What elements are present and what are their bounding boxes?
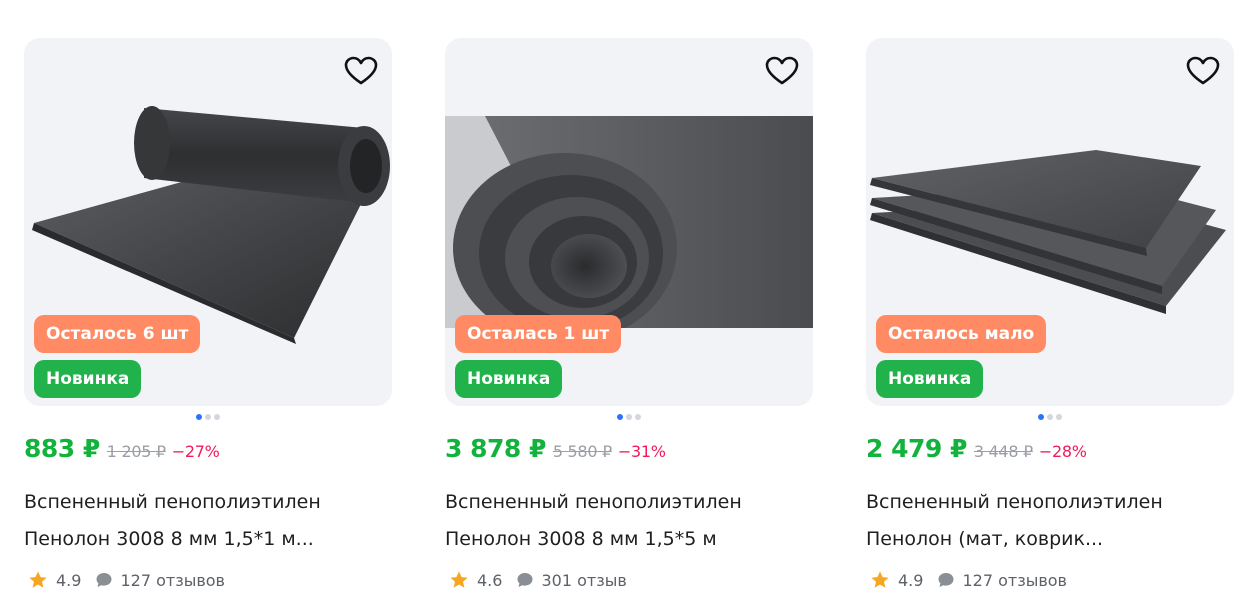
carousel-dot[interactable] [196, 414, 202, 420]
new-badge: Новинка [455, 360, 563, 398]
comment-icon [517, 573, 533, 587]
reviews-link[interactable]: 127 отзывов [962, 571, 1067, 590]
product-card[interactable]: Осталось 6 шт Новинка 883 ₽ 1 205 ₽ −27%… [24, 38, 392, 616]
rating-row: 4.9 127 отзывов [866, 567, 1234, 593]
carousel-dot[interactable] [617, 414, 623, 420]
reviews-link[interactable]: 301 отзыв [541, 571, 626, 590]
product-title[interactable]: Вспененный пенополиэтилен Пенолон (мат, … [866, 484, 1234, 558]
product-title-line: Пенолон 3008 8 мм 1,5*5 м [445, 528, 717, 550]
old-price: 1 205 ₽ [106, 442, 166, 461]
rating-value: 4.6 [477, 570, 503, 590]
star-icon [871, 571, 889, 588]
stock-badge: Осталась 1 шт [455, 315, 622, 353]
product-title-line: Вспененный пенополиэтилен [866, 491, 1163, 513]
carousel-dot[interactable] [214, 414, 220, 420]
product-image-area[interactable]: Осталась 1 шт Новинка [445, 38, 813, 406]
current-price: 883 ₽ [24, 434, 100, 463]
new-badge: Новинка [876, 360, 984, 398]
favorite-button[interactable] [763, 53, 801, 89]
carousel-dot[interactable] [635, 414, 641, 420]
product-card[interactable]: Осталась 1 шт Новинка 3 878 ₽ 5 580 ₽ −3… [445, 38, 813, 616]
heart-icon [344, 56, 378, 85]
favorite-button[interactable] [1184, 53, 1222, 89]
carousel-dots[interactable] [866, 414, 1234, 420]
stock-badge: Осталось мало [876, 315, 1047, 353]
new-badge: Новинка [34, 360, 142, 398]
product-title[interactable]: Вспененный пенополиэтилен Пенолон 3008 8… [24, 484, 392, 558]
carousel-dots[interactable] [445, 414, 813, 420]
carousel-dot[interactable] [1047, 414, 1053, 420]
product-image-area[interactable]: Осталось мало Новинка [866, 38, 1234, 406]
product-card[interactable]: Осталось мало Новинка 2 479 ₽ 3 448 ₽ −2… [866, 38, 1234, 616]
star-icon [29, 571, 47, 588]
rating-row: 4.9 127 отзывов [24, 567, 392, 593]
old-price: 3 448 ₽ [973, 442, 1033, 461]
product-image-area[interactable]: Осталось 6 шт Новинка [24, 38, 392, 406]
discount-label: −27% [171, 442, 220, 461]
current-price: 2 479 ₽ [866, 434, 967, 463]
comment-icon [96, 573, 112, 587]
carousel-dot[interactable] [1038, 414, 1044, 420]
product-title-line: Пенолон 3008 8 мм 1,5*1 м... [24, 528, 314, 550]
rating-row: 4.6 301 отзыв [445, 567, 813, 593]
carousel-dot[interactable] [1056, 414, 1062, 420]
discount-label: −31% [617, 442, 666, 461]
current-price: 3 878 ₽ [445, 434, 546, 463]
stock-badge: Осталось 6 шт [34, 315, 201, 353]
old-price: 5 580 ₽ [552, 442, 612, 461]
product-title-line: Вспененный пенополиэтилен [445, 491, 742, 513]
heart-icon [1186, 56, 1220, 85]
product-title-line: Пенолон (мат, коврик... [866, 528, 1104, 550]
rating-value: 4.9 [898, 570, 924, 590]
reviews-link[interactable]: 127 отзывов [120, 571, 225, 590]
carousel-dot[interactable] [205, 414, 211, 420]
price-row: 2 479 ₽ 3 448 ₽ −28% [866, 434, 1234, 468]
discount-label: −28% [1038, 442, 1087, 461]
heart-icon [765, 56, 799, 85]
carousel-dot[interactable] [626, 414, 632, 420]
star-icon [450, 571, 468, 588]
price-row: 883 ₽ 1 205 ₽ −27% [24, 434, 392, 468]
rating-value: 4.9 [56, 570, 82, 590]
price-row: 3 878 ₽ 5 580 ₽ −31% [445, 434, 813, 468]
comment-icon [938, 573, 954, 587]
product-title[interactable]: Вспененный пенополиэтилен Пенолон 3008 8… [445, 484, 813, 558]
favorite-button[interactable] [342, 53, 380, 89]
product-title-line: Вспененный пенополиэтилен [24, 491, 321, 513]
carousel-dots[interactable] [24, 414, 392, 420]
